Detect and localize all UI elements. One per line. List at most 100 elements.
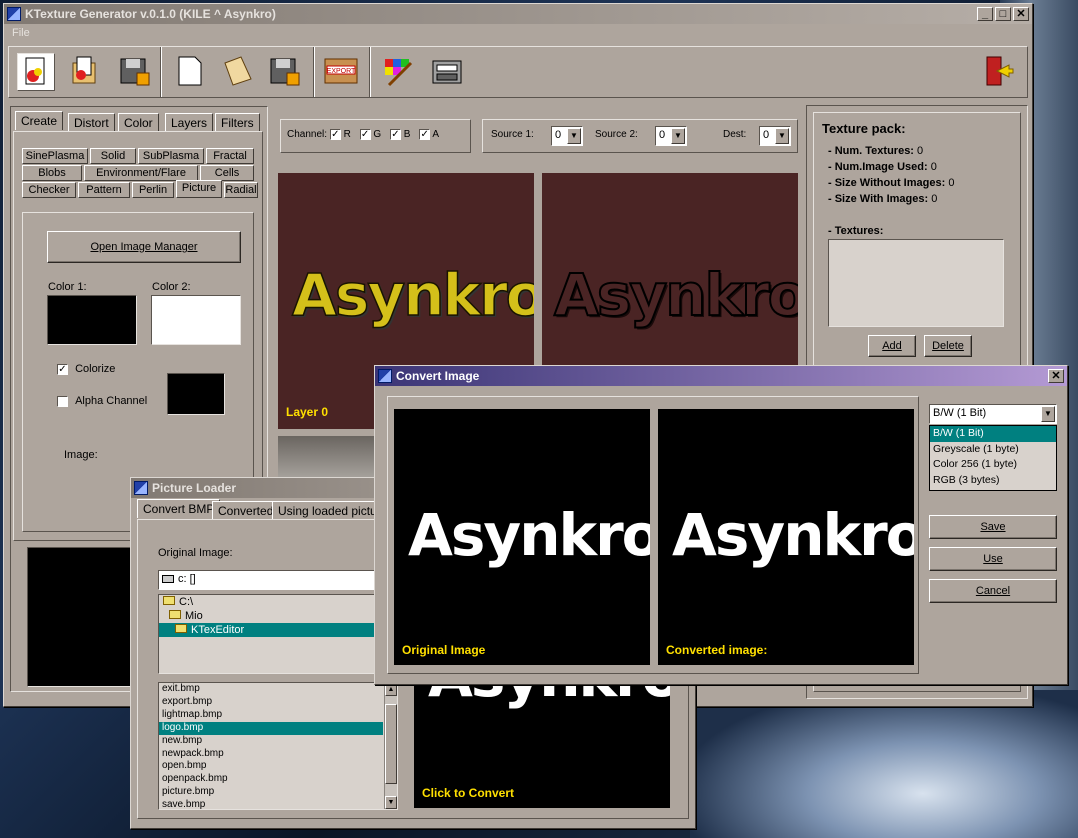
folder-open-icon: [163, 596, 175, 605]
folder-item-mio[interactable]: Mio: [159, 609, 377, 623]
subtab-checker[interactable]: Checker: [22, 182, 76, 198]
file-item[interactable]: export.bmp: [159, 696, 397, 709]
folder-open-icon: [175, 624, 187, 633]
file-item-selected[interactable]: logo.bmp: [159, 721, 383, 735]
channel-g-checkbox[interactable]: ✓: [359, 129, 371, 140]
scroll-down-icon[interactable]: ▼: [385, 796, 397, 809]
drive-select[interactable]: c: []: [158, 570, 378, 590]
export-icon[interactable]: EXPORT: [323, 53, 361, 91]
channel-b-checkbox[interactable]: ✓: [389, 129, 401, 140]
cancel-button[interactable]: Cancel: [929, 579, 1057, 603]
channel-a-checkbox[interactable]: ✓: [419, 129, 431, 140]
file-item[interactable]: exit.bmp: [159, 683, 397, 696]
folder-item-root[interactable]: C:\: [159, 595, 377, 609]
subtab-sineplasma[interactable]: SinePlasma: [22, 148, 88, 164]
tab-converted[interactable]: Converted: [212, 501, 280, 520]
file-item[interactable]: open.bmp: [159, 760, 397, 773]
minimize-button[interactable]: _: [977, 7, 993, 21]
channel-r-checkbox[interactable]: ✓: [329, 129, 341, 140]
source2-label: Source 2:: [595, 129, 638, 140]
file-item[interactable]: lightmap.bmp: [159, 709, 397, 722]
color2-label: Color 2:: [152, 281, 191, 293]
colorize-checkbox[interactable]: ✓ Colorize: [57, 363, 115, 375]
mode-option-rgb[interactable]: RGB (3 bytes): [930, 473, 1056, 489]
subtab-solid[interactable]: Solid: [90, 148, 136, 164]
mode-option-greyscale[interactable]: Greyscale (1 byte): [930, 442, 1056, 458]
scroll-thumb[interactable]: [385, 704, 397, 784]
source1-select[interactable]: 0 ▼: [551, 126, 583, 146]
tab-convert-bmp[interactable]: Convert BMP: [137, 499, 221, 518]
chevron-down-icon[interactable]: ▼: [1041, 406, 1055, 422]
new-pack-icon[interactable]: [171, 53, 209, 91]
main-titlebar[interactable]: KTexture Generator v.0.1.0 (KILE ^ Asynk…: [4, 4, 1032, 24]
exit-icon[interactable]: [979, 53, 1017, 91]
size-with-value: 0: [931, 193, 938, 205]
convert-preview[interactable]: Asynkro Click to Convert: [414, 668, 670, 808]
subtab-radial[interactable]: Radial: [224, 182, 258, 198]
tab-layers[interactable]: Layers: [165, 113, 214, 132]
color1-swatch[interactable]: [47, 295, 137, 345]
chevron-down-icon[interactable]: ▼: [671, 128, 685, 144]
conversion-mode-select[interactable]: B/W (1 Bit) ▼: [929, 404, 1057, 424]
file-item[interactable]: openpack.bmp: [159, 773, 397, 786]
alpha-channel-checkbox[interactable]: Alpha Channel: [57, 395, 147, 407]
color2-swatch[interactable]: [151, 295, 241, 345]
drive-icon: [162, 575, 174, 584]
open-pack-icon[interactable]: [219, 53, 257, 91]
add-button[interactable]: Add: [868, 335, 916, 357]
file-list-scrollbar[interactable]: ▲ ▼: [384, 683, 397, 809]
mode-option-color256[interactable]: Color 256 (1 byte): [930, 457, 1056, 473]
mode-option-bw[interactable]: B/W (1 Bit): [930, 426, 1056, 442]
tab-distort[interactable]: Distort: [68, 113, 115, 132]
app-icon: [7, 7, 21, 21]
save-button[interactable]: Save: [929, 515, 1057, 539]
save-texture-icon[interactable]: [117, 53, 155, 91]
size-with-label: - Size With Images:: [828, 193, 929, 205]
subtab-fractal[interactable]: Fractal: [206, 148, 254, 164]
channel-b-label: B: [403, 129, 411, 141]
folder-open-icon: [169, 610, 181, 619]
subtab-subplasma[interactable]: SubPlasma: [138, 148, 204, 164]
delete-button[interactable]: Delete: [924, 335, 972, 357]
size-without-label: - Size Without Images:: [828, 177, 946, 189]
convert-image-titlebar[interactable]: Convert Image ✕: [375, 366, 1067, 386]
alpha-swatch[interactable]: [167, 373, 225, 415]
file-item[interactable]: newpack.bmp: [159, 748, 397, 761]
close-button[interactable]: ✕: [1013, 7, 1029, 21]
save-pack-icon[interactable]: [267, 53, 305, 91]
use-button[interactable]: Use: [929, 547, 1057, 571]
channel-bar: Channel: ✓ R ✓ G ✓ B ✓ A: [280, 119, 471, 153]
tab-color[interactable]: Color: [118, 113, 159, 132]
lightmap-icon[interactable]: [429, 53, 467, 91]
tab-create[interactable]: Create: [15, 111, 64, 130]
alpha-channel-check-box[interactable]: [57, 395, 68, 407]
colorize-check-box[interactable]: ✓: [57, 363, 68, 375]
dest-select[interactable]: 0 ▼: [759, 126, 791, 146]
folder-list[interactable]: C:\ Mio KTexEditor: [158, 594, 378, 674]
close-button[interactable]: ✕: [1048, 369, 1064, 383]
open-image-manager-button[interactable]: Open Image Manager: [47, 231, 241, 263]
chevron-down-icon[interactable]: ▼: [567, 128, 581, 144]
source2-select[interactable]: 0 ▼: [655, 126, 687, 146]
folder-item-ktexeditor[interactable]: KTexEditor: [159, 623, 377, 637]
menu-file[interactable]: File: [12, 27, 30, 39]
maximize-button[interactable]: □: [995, 7, 1011, 21]
new-texture-icon[interactable]: [17, 53, 55, 91]
subtab-environment-flare[interactable]: Environment/Flare: [84, 165, 198, 181]
layer-label: Layer 0: [286, 405, 329, 419]
chevron-down-icon[interactable]: ▼: [775, 128, 789, 144]
subtab-cells[interactable]: Cells: [200, 165, 254, 181]
file-list[interactable]: exit.bmp export.bmp lightmap.bmp logo.bm…: [158, 682, 398, 810]
file-item[interactable]: picture.bmp: [159, 786, 397, 799]
subtab-blobs[interactable]: Blobs: [22, 165, 82, 181]
tab-filters[interactable]: Filters: [215, 113, 260, 132]
palette-icon[interactable]: [381, 53, 419, 91]
textures-list[interactable]: [828, 239, 1004, 327]
folder-item-label: Mio: [185, 610, 203, 622]
file-item[interactable]: save.bmp: [159, 799, 397, 809]
subtab-pattern[interactable]: Pattern: [78, 182, 130, 198]
subtab-picture[interactable]: Picture: [176, 180, 222, 198]
subtab-perlin[interactable]: Perlin: [132, 182, 174, 198]
file-item[interactable]: new.bmp: [159, 735, 397, 748]
open-texture-icon[interactable]: [67, 53, 105, 91]
